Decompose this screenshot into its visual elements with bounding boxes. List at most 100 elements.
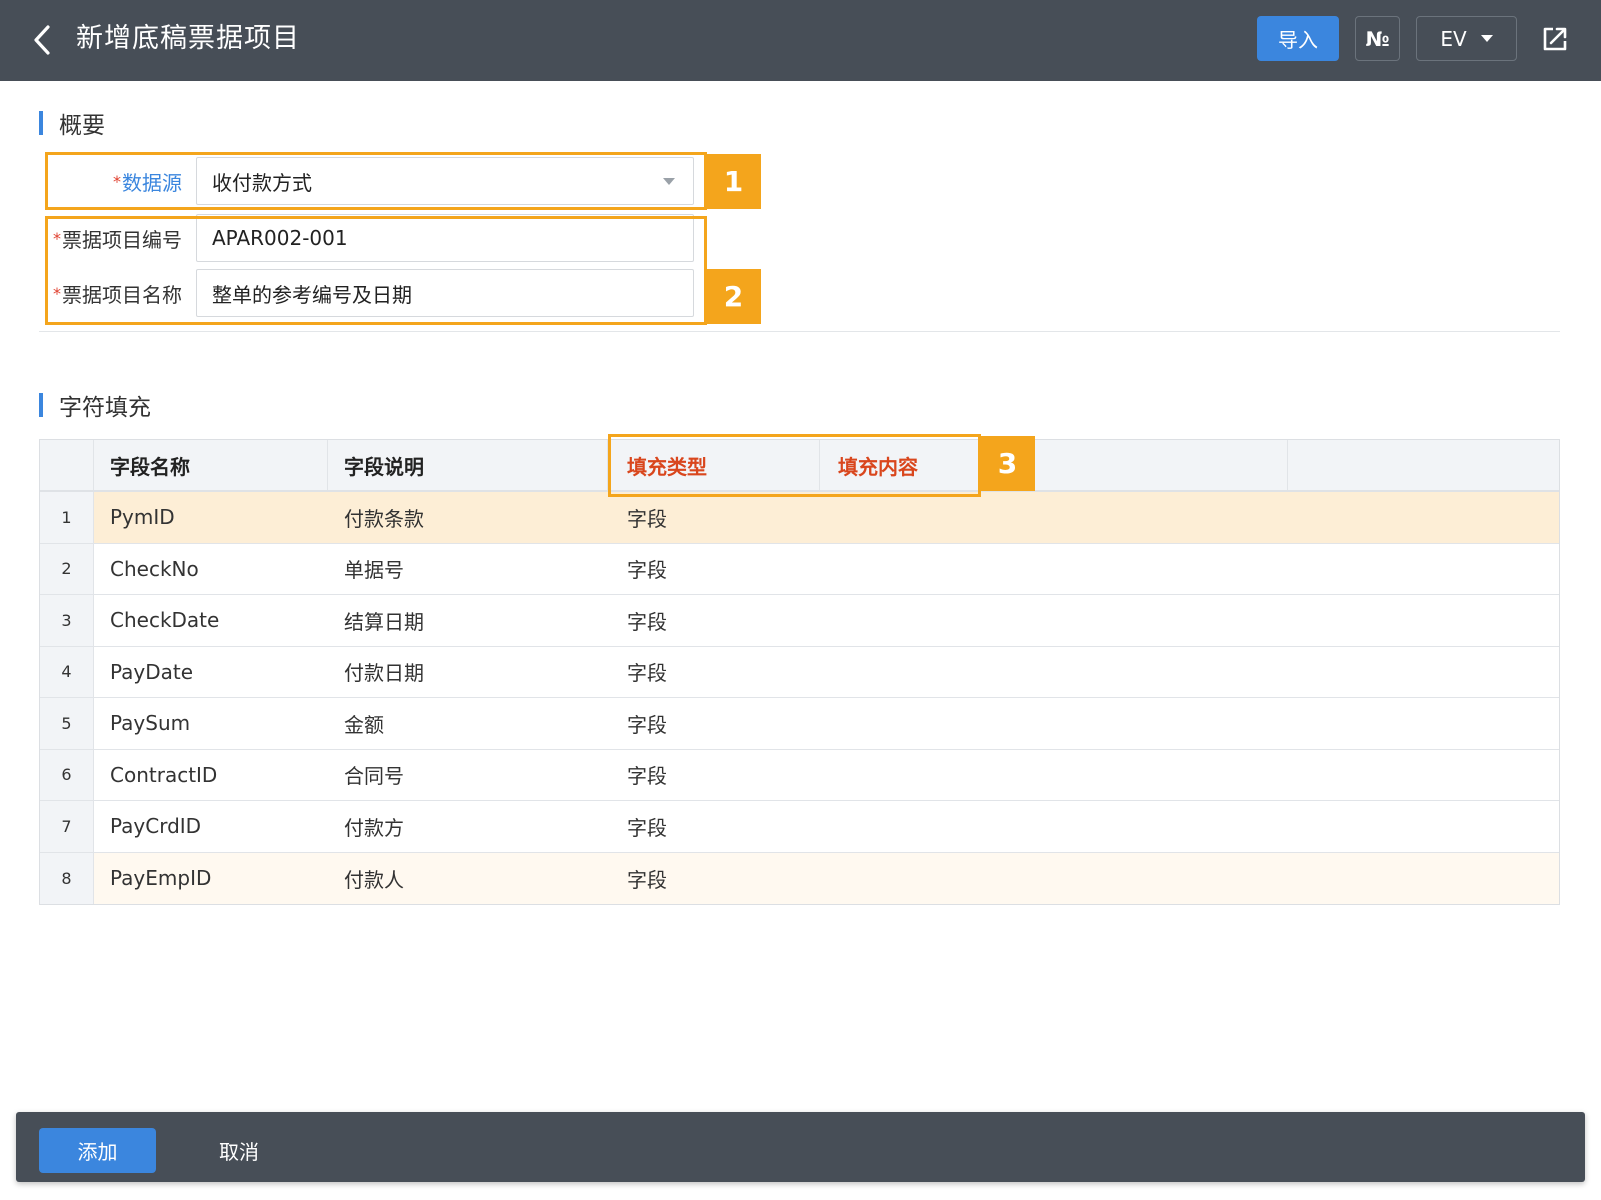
item-name-input[interactable]: 整单的参考编号及日期 xyxy=(196,269,694,317)
field-name-cell[interactable]: CheckNo xyxy=(94,544,328,595)
add-button[interactable]: 添加 xyxy=(39,1128,156,1173)
section-marker xyxy=(39,111,43,135)
footer-bar: 添加 取消 xyxy=(16,1112,1585,1182)
row-index: 7 xyxy=(40,801,94,852)
overview-section-title: 概要 xyxy=(39,110,105,139)
item-name-value: 整单的参考编号及日期 xyxy=(212,282,412,307)
row-index: 4 xyxy=(40,646,94,697)
back-button[interactable] xyxy=(24,22,60,58)
import-button[interactable]: 导入 xyxy=(1257,16,1339,61)
header-extra xyxy=(1288,440,1559,490)
field-name-cell[interactable]: PayCrdID xyxy=(94,801,328,852)
annotation-badge-2: 2 xyxy=(706,269,761,324)
extra-cell xyxy=(1288,698,1559,749)
table-row[interactable]: 2 CheckNo 单据号 字段 xyxy=(40,543,1559,595)
header-field-name[interactable]: 字段名称 xyxy=(94,440,328,490)
table-row[interactable]: 3 CheckDate 结算日期 字段 xyxy=(40,595,1559,647)
header-fill-type[interactable]: 填充类型 xyxy=(608,440,820,490)
field-name-cell[interactable]: PayDate xyxy=(94,647,328,698)
fill-type-cell[interactable]: 字段 xyxy=(608,595,820,646)
table-row[interactable]: 8 PayEmpID 付款人 字段 xyxy=(40,852,1559,905)
extra-cell xyxy=(1288,647,1559,698)
table-row[interactable]: 6 ContractID 合同号 字段 xyxy=(40,749,1559,801)
extra-cell xyxy=(1288,750,1559,801)
fill-type-cell[interactable]: 字段 xyxy=(608,647,820,698)
fill-type-cell[interactable]: 字段 xyxy=(608,492,820,543)
table-row[interactable]: 1 PymID 付款条款 字段 xyxy=(40,492,1559,544)
fill-content-cell[interactable] xyxy=(820,647,1288,698)
item-code-input[interactable]: APAR002-001 xyxy=(196,214,694,262)
data-source-select[interactable]: 收付款方式 xyxy=(196,157,694,205)
environment-label: EV xyxy=(1440,26,1467,51)
field-desc-cell[interactable]: 金额 xyxy=(328,698,608,749)
fill-type-cell[interactable]: 字段 xyxy=(608,853,820,905)
field-name-cell[interactable]: PayEmpID xyxy=(94,853,328,905)
table-row[interactable]: 4 PayDate 付款日期 字段 xyxy=(40,646,1559,698)
row-index: 5 xyxy=(40,698,94,749)
field-desc-cell[interactable]: 付款条款 xyxy=(328,492,608,543)
field-desc-cell[interactable]: 单据号 xyxy=(328,544,608,595)
fill-table: 字段名称 字段说明 填充类型 填充内容 1 PymID 付款条款 字段 2 CheckNo… xyxy=(39,439,1560,905)
fill-content-cell[interactable] xyxy=(820,544,1288,595)
numbering-button[interactable]: № xyxy=(1355,16,1400,61)
table-row[interactable]: 7 PayCrdID 付款方 字段 xyxy=(40,801,1559,853)
extra-cell xyxy=(1288,492,1559,543)
header-fill-content[interactable]: 填充内容 xyxy=(838,451,918,480)
item-code-value: APAR002-001 xyxy=(212,226,348,250)
page-title: 新增底稿票据项目 xyxy=(76,23,300,54)
share-button[interactable] xyxy=(1538,22,1572,56)
field-desc-cell[interactable]: 付款日期 xyxy=(328,647,608,698)
row-index: 6 xyxy=(40,749,94,800)
environment-dropdown[interactable]: EV xyxy=(1416,16,1517,61)
section-marker xyxy=(39,393,43,417)
item-code-label: * 票据项目编号 xyxy=(53,214,182,262)
extra-cell xyxy=(1288,801,1559,852)
annotation-badge-1: 1 xyxy=(706,154,761,209)
data-source-label: * 数据源 xyxy=(113,157,182,205)
annotation-badge-3: 3 xyxy=(980,436,1035,491)
fill-title-text: 字符填充 xyxy=(59,395,151,421)
fill-content-cell[interactable] xyxy=(820,750,1288,801)
cancel-button[interactable]: 取消 xyxy=(194,1128,284,1173)
row-index: 8 xyxy=(40,852,94,904)
field-desc-cell[interactable]: 付款人 xyxy=(328,853,608,905)
item-code-row: * 票据项目编号 APAR002-001 xyxy=(49,214,704,262)
field-name-cell[interactable]: PymID xyxy=(94,492,328,543)
fill-section-title: 字符填充 xyxy=(39,392,151,421)
fill-type-cell[interactable]: 字段 xyxy=(608,801,820,852)
field-desc-cell[interactable]: 付款方 xyxy=(328,801,608,852)
item-name-row: * 票据项目名称 整单的参考编号及日期 xyxy=(49,269,704,317)
field-name-cell[interactable]: PaySum xyxy=(94,698,328,749)
section-divider xyxy=(39,331,1560,332)
row-index: 1 xyxy=(40,492,94,543)
select-caret-icon xyxy=(663,178,675,185)
row-index: 2 xyxy=(40,543,94,594)
header-index-cell xyxy=(40,440,94,490)
required-mark: * xyxy=(53,228,61,248)
fill-type-cell[interactable]: 字段 xyxy=(608,698,820,749)
data-source-row: * 数据源 收付款方式 xyxy=(49,157,704,205)
table-row[interactable]: 5 PaySum 金额 字段 xyxy=(40,698,1559,750)
field-desc-cell[interactable]: 结算日期 xyxy=(328,595,608,646)
fill-content-cell[interactable] xyxy=(820,853,1288,905)
fill-type-cell[interactable]: 字段 xyxy=(608,544,820,595)
row-index: 3 xyxy=(40,595,94,646)
extra-cell xyxy=(1288,595,1559,646)
field-name-cell[interactable]: CheckDate xyxy=(94,595,328,646)
field-desc-cell[interactable]: 合同号 xyxy=(328,750,608,801)
fill-content-cell[interactable] xyxy=(820,698,1288,749)
fill-content-cell[interactable] xyxy=(820,595,1288,646)
overview-title-text: 概要 xyxy=(59,113,105,139)
table-header-row: 字段名称 字段说明 填充类型 填充内容 xyxy=(40,440,1559,492)
fill-content-cell[interactable] xyxy=(820,801,1288,852)
fill-content-cell[interactable] xyxy=(820,492,1288,543)
extra-cell xyxy=(1288,853,1559,905)
item-name-label: * 票据项目名称 xyxy=(53,269,182,317)
header-field-desc[interactable]: 字段说明 xyxy=(328,440,608,490)
required-mark: * xyxy=(113,171,121,191)
field-name-cell[interactable]: ContractID xyxy=(94,750,328,801)
item-name-label-text: 票据项目名称 xyxy=(62,282,182,307)
fill-type-cell[interactable]: 字段 xyxy=(608,750,820,801)
extra-cell xyxy=(1288,544,1559,595)
caret-down-icon xyxy=(1480,35,1493,42)
